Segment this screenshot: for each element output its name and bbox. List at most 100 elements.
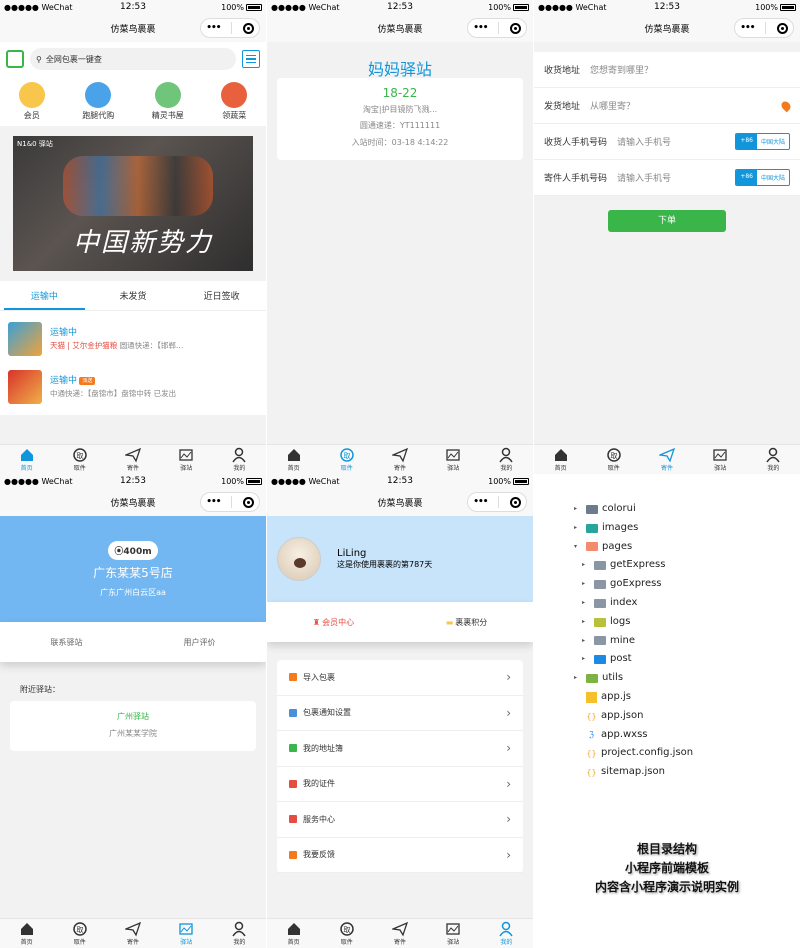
tree-item[interactable]: {} app.json (574, 707, 693, 726)
tab-user[interactable]: 我的 (213, 919, 266, 948)
quick-entry[interactable]: 跑腿代购 (82, 81, 114, 121)
capsule-menu[interactable]: ••• (467, 492, 527, 512)
nearby-station-card[interactable]: 广州驿站 广州某某学院 (10, 701, 256, 751)
receiver-address-field[interactable]: 收货地址 您想寄到哪里？ (534, 52, 800, 88)
tab-pickup[interactable]: 取取件 (320, 919, 373, 948)
region-picker[interactable]: +86 中国大陆 (735, 169, 790, 186)
expand-icon[interactable]: ▾ (574, 538, 582, 557)
banner[interactable]: N1&0 驿站 中国新势力 (13, 136, 253, 271)
close-icon[interactable] (509, 22, 521, 34)
tree-item[interactable]: ▸ getExpress (574, 556, 693, 575)
tab-pickup[interactable]: 取取件 (587, 445, 640, 474)
profile-header[interactable]: LiLing 这是你使用裹裹的第787天 (267, 516, 533, 602)
tab-home[interactable]: 首页 (267, 445, 320, 474)
tab-user[interactable]: 我的 (213, 445, 266, 474)
tree-item[interactable]: {} project.config.json (574, 744, 693, 763)
tree-item[interactable]: ▸ index (574, 594, 693, 613)
capsule-menu[interactable]: ••• (200, 18, 260, 38)
tab-home[interactable]: 首页 (0, 919, 53, 948)
tab-user[interactable]: 我的 (480, 919, 533, 948)
tab-in-transit[interactable]: 运输中 (0, 281, 89, 310)
list-menu-icon[interactable] (242, 50, 260, 68)
tab-station[interactable]: 驿站 (160, 445, 213, 474)
expand-icon[interactable]: ▸ (582, 613, 590, 632)
more-icon[interactable]: ••• (206, 497, 221, 507)
quick-entry[interactable]: 精灵书屋 (152, 81, 184, 121)
tab-recent-signed[interactable]: 近日签收 (177, 281, 266, 310)
points-button[interactable]: ▬ 裹裹积分 (400, 602, 533, 642)
close-icon[interactable] (509, 496, 521, 508)
quick-entry[interactable]: 领蔬菜 (221, 81, 248, 121)
close-icon[interactable] (242, 22, 254, 34)
tab-home[interactable]: 首页 (0, 445, 53, 474)
more-icon[interactable]: ••• (473, 23, 488, 33)
tree-item[interactable]: ▸ images (574, 519, 693, 538)
menu-item[interactable]: 我的证件 › (277, 767, 523, 802)
tab-station[interactable]: 驿站 (160, 919, 213, 948)
expand-icon[interactable]: ▸ (582, 575, 590, 594)
capsule-menu[interactable]: ••• (467, 18, 527, 38)
field-placeholder[interactable]: 您想寄到哪里？ (590, 63, 790, 76)
tab-pickup[interactable]: 取取件 (320, 445, 373, 474)
tab-user[interactable]: 我的 (747, 445, 800, 474)
expand-icon[interactable]: ▸ (582, 556, 590, 575)
tab-station[interactable]: 驿站 (694, 445, 747, 474)
close-icon[interactable] (242, 496, 254, 508)
expand-icon[interactable]: ▸ (574, 500, 582, 519)
list-item[interactable]: 运输中 天猫 | 艾尔金护猫粮 圆通快递：【邯郸… (8, 315, 258, 363)
tab-send[interactable]: 寄件 (106, 445, 159, 474)
expand-icon[interactable]: ▸ (574, 519, 582, 538)
tab-send[interactable]: 寄件 (640, 445, 693, 474)
tab-not-shipped[interactable]: 未发货 (89, 281, 178, 310)
tree-item[interactable]: ▸ logs (574, 613, 693, 632)
menu-item[interactable]: 我的地址簿 › (277, 731, 523, 767)
expand-icon[interactable]: ▸ (582, 632, 590, 651)
user-review-button[interactable]: 用户评价 (133, 622, 266, 662)
member-center-button[interactable]: ♜ 会员中心 (267, 602, 400, 642)
tree-item[interactable]: ▸ colorui (574, 500, 693, 519)
tree-item[interactable]: {} sitemap.json (574, 763, 693, 782)
receiver-phone-field[interactable]: 收货人手机号码 请输入手机号 +86 中国大陆 (534, 124, 800, 160)
tab-home[interactable]: 首页 (267, 919, 320, 948)
expand-icon[interactable]: ▸ (582, 594, 590, 613)
capsule-menu[interactable]: ••• (734, 18, 794, 38)
menu-item[interactable]: 导入包裹 › (277, 660, 523, 696)
tree-item[interactable]: app.js (574, 688, 693, 707)
sender-address-field[interactable]: 发货地址 从哪里寄？ (534, 88, 800, 124)
tab-pickup[interactable]: 取取件 (53, 919, 106, 948)
tree-item[interactable]: ▸ goExpress (574, 575, 693, 594)
tree-item[interactable]: ▸ utils (574, 669, 693, 688)
tree-item[interactable]: ▸ post (574, 650, 693, 669)
tab-user[interactable]: 我的 (480, 445, 533, 474)
more-icon[interactable]: ••• (473, 497, 488, 507)
list-item[interactable]: 运输中 派送 中通快递：【盘锦市】盘锦中转 已发出 (8, 363, 258, 411)
menu-item[interactable]: 服务中心 › (277, 802, 523, 838)
tab-send[interactable]: 寄件 (373, 445, 426, 474)
expand-icon[interactable]: ▸ (582, 650, 590, 669)
tree-item[interactable]: ▸ mine (574, 632, 693, 651)
location-icon[interactable] (779, 99, 793, 112)
tree-item[interactable]: ▾ pages (574, 538, 693, 557)
avatar[interactable] (277, 537, 321, 581)
submit-order-button[interactable]: 下单 (608, 210, 726, 232)
tab-home[interactable]: 首页 (534, 445, 587, 474)
tab-pickup[interactable]: 取取件 (53, 445, 106, 474)
close-icon[interactable] (776, 22, 788, 34)
tab-send[interactable]: 寄件 (106, 919, 159, 948)
capsule-menu[interactable]: ••• (200, 492, 260, 512)
tab-station[interactable]: 驿站 (427, 445, 480, 474)
field-placeholder[interactable]: 从哪里寄？ (590, 99, 772, 112)
menu-item[interactable]: 我要反馈 › (277, 838, 523, 873)
expand-icon[interactable]: ▸ (574, 669, 582, 688)
region-picker[interactable]: +86 中国大陆 (735, 133, 790, 150)
contact-station-button[interactable]: 联系驿站 (0, 622, 133, 662)
field-placeholder[interactable]: 请输入手机号 (617, 171, 725, 184)
more-icon[interactable]: ••• (740, 23, 755, 33)
search-input[interactable]: ⚲ 全网包裹一键查 (30, 48, 236, 70)
scan-icon[interactable] (6, 50, 24, 68)
tab-station[interactable]: 驿站 (427, 919, 480, 948)
more-icon[interactable]: ••• (206, 23, 221, 33)
sender-phone-field[interactable]: 寄件人手机号码 请输入手机号 +86 中国大陆 (534, 160, 800, 196)
tree-item[interactable]: ℨapp.wxss (574, 726, 693, 745)
quick-entry[interactable]: 会员 (18, 81, 45, 121)
